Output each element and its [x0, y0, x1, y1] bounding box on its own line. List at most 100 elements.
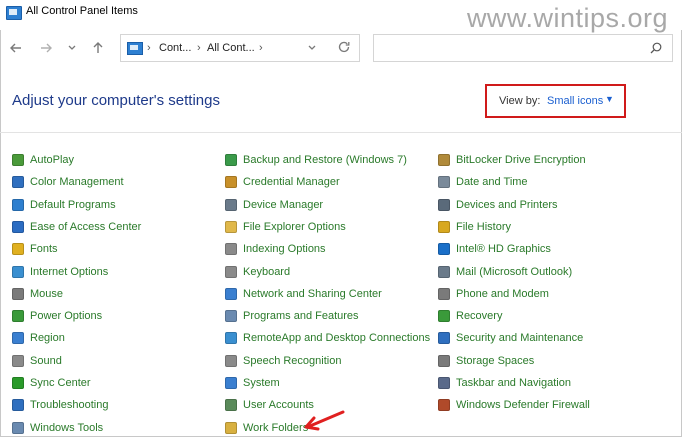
item-label: Date and Time: [456, 176, 528, 189]
item-label: File Explorer Options: [243, 220, 346, 233]
control-panel-item[interactable]: Sound: [12, 351, 62, 371]
control-panel-item[interactable]: BitLocker Drive Encryption: [438, 150, 586, 170]
control-panel-item[interactable]: Phone and Modem: [438, 284, 549, 304]
devices-printers-icon: [438, 198, 450, 211]
control-panel-item[interactable]: Region: [12, 328, 65, 348]
control-panel-item[interactable]: Device Manager: [225, 195, 323, 215]
address-dropdown[interactable]: [307, 41, 317, 58]
chevron-down-icon: [68, 45, 76, 50]
item-label: Power Options: [30, 310, 103, 323]
control-panel-item[interactable]: User Accounts: [225, 395, 314, 415]
item-label: Mail (Microsoft Outlook): [456, 265, 573, 278]
bitlocker-icon: [438, 154, 450, 166]
control-panel-item[interactable]: System: [225, 373, 280, 393]
forward-button[interactable]: [39, 41, 53, 58]
speech-recognition-icon: [225, 354, 237, 367]
control-panel-item[interactable]: Backup and Restore (Windows 7): [225, 150, 407, 170]
control-panel-item[interactable]: Power Options: [12, 306, 102, 326]
date-time-icon: [438, 176, 450, 189]
breadcrumb-separator: ›: [197, 42, 201, 54]
indexing-options-icon: [225, 243, 237, 256]
control-panel-item[interactable]: Ease of Access Center: [12, 217, 141, 237]
system-icon: [225, 377, 237, 389]
control-panel-item[interactable]: Troubleshooting: [12, 395, 108, 415]
network-sharing-icon: [225, 287, 237, 300]
item-label: Sync Center: [30, 377, 91, 389]
device-manager-icon: [225, 198, 237, 211]
control-panel-item[interactable]: Programs and Features: [225, 306, 359, 326]
item-label: Mouse: [30, 287, 64, 300]
control-panel-item[interactable]: Indexing Options: [225, 239, 326, 259]
item-label: Backup and Restore (Windows 7): [243, 154, 407, 166]
recovery-icon: [438, 310, 450, 323]
internet-options-icon: [12, 265, 24, 278]
item-label: Keyboard: [243, 265, 291, 278]
control-panel-item[interactable]: Windows Tools: [12, 418, 103, 438]
item-label: Windows Tools: [30, 421, 104, 434]
control-panel-icon: [6, 6, 22, 20]
control-panel-item[interactable]: Taskbar and Navigation: [438, 373, 571, 393]
troubleshooting-icon: [12, 399, 24, 412]
user-accounts-icon: [225, 399, 237, 412]
control-panel-item[interactable]: Security and Maintenance: [438, 328, 583, 348]
recent-locations-button[interactable]: [67, 41, 77, 58]
control-panel-item[interactable]: Network and Sharing Center: [225, 284, 382, 304]
control-panel-item[interactable]: Sync Center: [12, 373, 91, 393]
item-label: Color Management: [30, 176, 124, 189]
control-panel-item[interactable]: Internet Options: [12, 262, 108, 282]
control-panel-item[interactable]: Date and Time: [438, 172, 528, 192]
item-label: Internet Options: [30, 265, 109, 278]
control-panel-item[interactable]: Keyboard: [225, 262, 290, 282]
control-panel-item[interactable]: Mail (Microsoft Outlook): [438, 262, 572, 282]
mouse-icon: [12, 287, 24, 300]
phone-modem-icon: [438, 287, 450, 300]
refresh-button[interactable]: [337, 40, 351, 57]
control-panel-item[interactable]: Credential Manager: [225, 172, 340, 192]
item-label: Taskbar and Navigation: [456, 377, 571, 389]
item-label: Fonts: [30, 243, 58, 256]
view-by-dropdown[interactable]: Small icons: [547, 95, 603, 107]
mail-icon: [438, 265, 450, 278]
item-label: Network and Sharing Center: [243, 287, 382, 300]
control-panel-item[interactable]: Default Programs: [12, 195, 116, 215]
control-panel-item[interactable]: Devices and Printers: [438, 195, 558, 215]
power-options-icon: [12, 310, 24, 323]
file-explorer-options-icon: [225, 220, 237, 233]
search-input[interactable]: [373, 34, 673, 62]
default-programs-icon: [12, 198, 24, 211]
control-panel-item[interactable]: RemoteApp and Desktop Connections: [225, 328, 430, 348]
autoplay-icon: [12, 154, 24, 166]
control-panel-item[interactable]: File Explorer Options: [225, 217, 346, 237]
back-button[interactable]: [9, 41, 23, 58]
arrow-right-icon: [41, 43, 52, 53]
item-label: Default Programs: [30, 198, 116, 211]
item-label: Indexing Options: [243, 243, 326, 256]
control-panel-item[interactable]: Color Management: [12, 172, 124, 192]
sync-center-icon: [12, 377, 24, 389]
breadcrumb-separator[interactable]: ›: [259, 42, 263, 54]
control-panel-item[interactable]: Fonts: [12, 239, 58, 259]
control-panel-item[interactable]: Intel® HD Graphics: [438, 239, 551, 259]
control-panel-item[interactable]: AutoPlay: [12, 150, 74, 170]
control-panel-item[interactable]: Recovery: [438, 306, 502, 326]
item-label: Credential Manager: [243, 176, 340, 189]
control-panel-item[interactable]: Speech Recognition: [225, 351, 341, 371]
item-label: RemoteApp and Desktop Connections: [243, 332, 431, 345]
chevron-down-icon: [308, 45, 316, 50]
control-panel-item[interactable]: Work Folders: [225, 418, 308, 438]
control-panel-item[interactable]: Windows Defender Firewall: [438, 395, 590, 415]
control-panel-item[interactable]: Mouse: [12, 284, 63, 304]
work-folders-icon: [225, 421, 237, 434]
breadcrumb-item[interactable]: All Cont...: [207, 42, 255, 54]
item-label: Intel® HD Graphics: [456, 243, 551, 256]
control-panel-item[interactable]: Storage Spaces: [438, 351, 534, 371]
item-label: AutoPlay: [30, 154, 75, 166]
window-title: All Control Panel Items: [26, 5, 138, 17]
control-panel-item[interactable]: File History: [438, 217, 511, 237]
up-button[interactable]: [91, 41, 105, 58]
breadcrumb-item[interactable]: Cont...: [159, 42, 191, 54]
control-panel-icon: [127, 42, 143, 55]
caret-down-icon[interactable]: ▼: [605, 94, 614, 104]
address-bar[interactable]: › Cont... › All Cont... ›: [120, 34, 360, 62]
item-label: Security and Maintenance: [456, 332, 584, 345]
